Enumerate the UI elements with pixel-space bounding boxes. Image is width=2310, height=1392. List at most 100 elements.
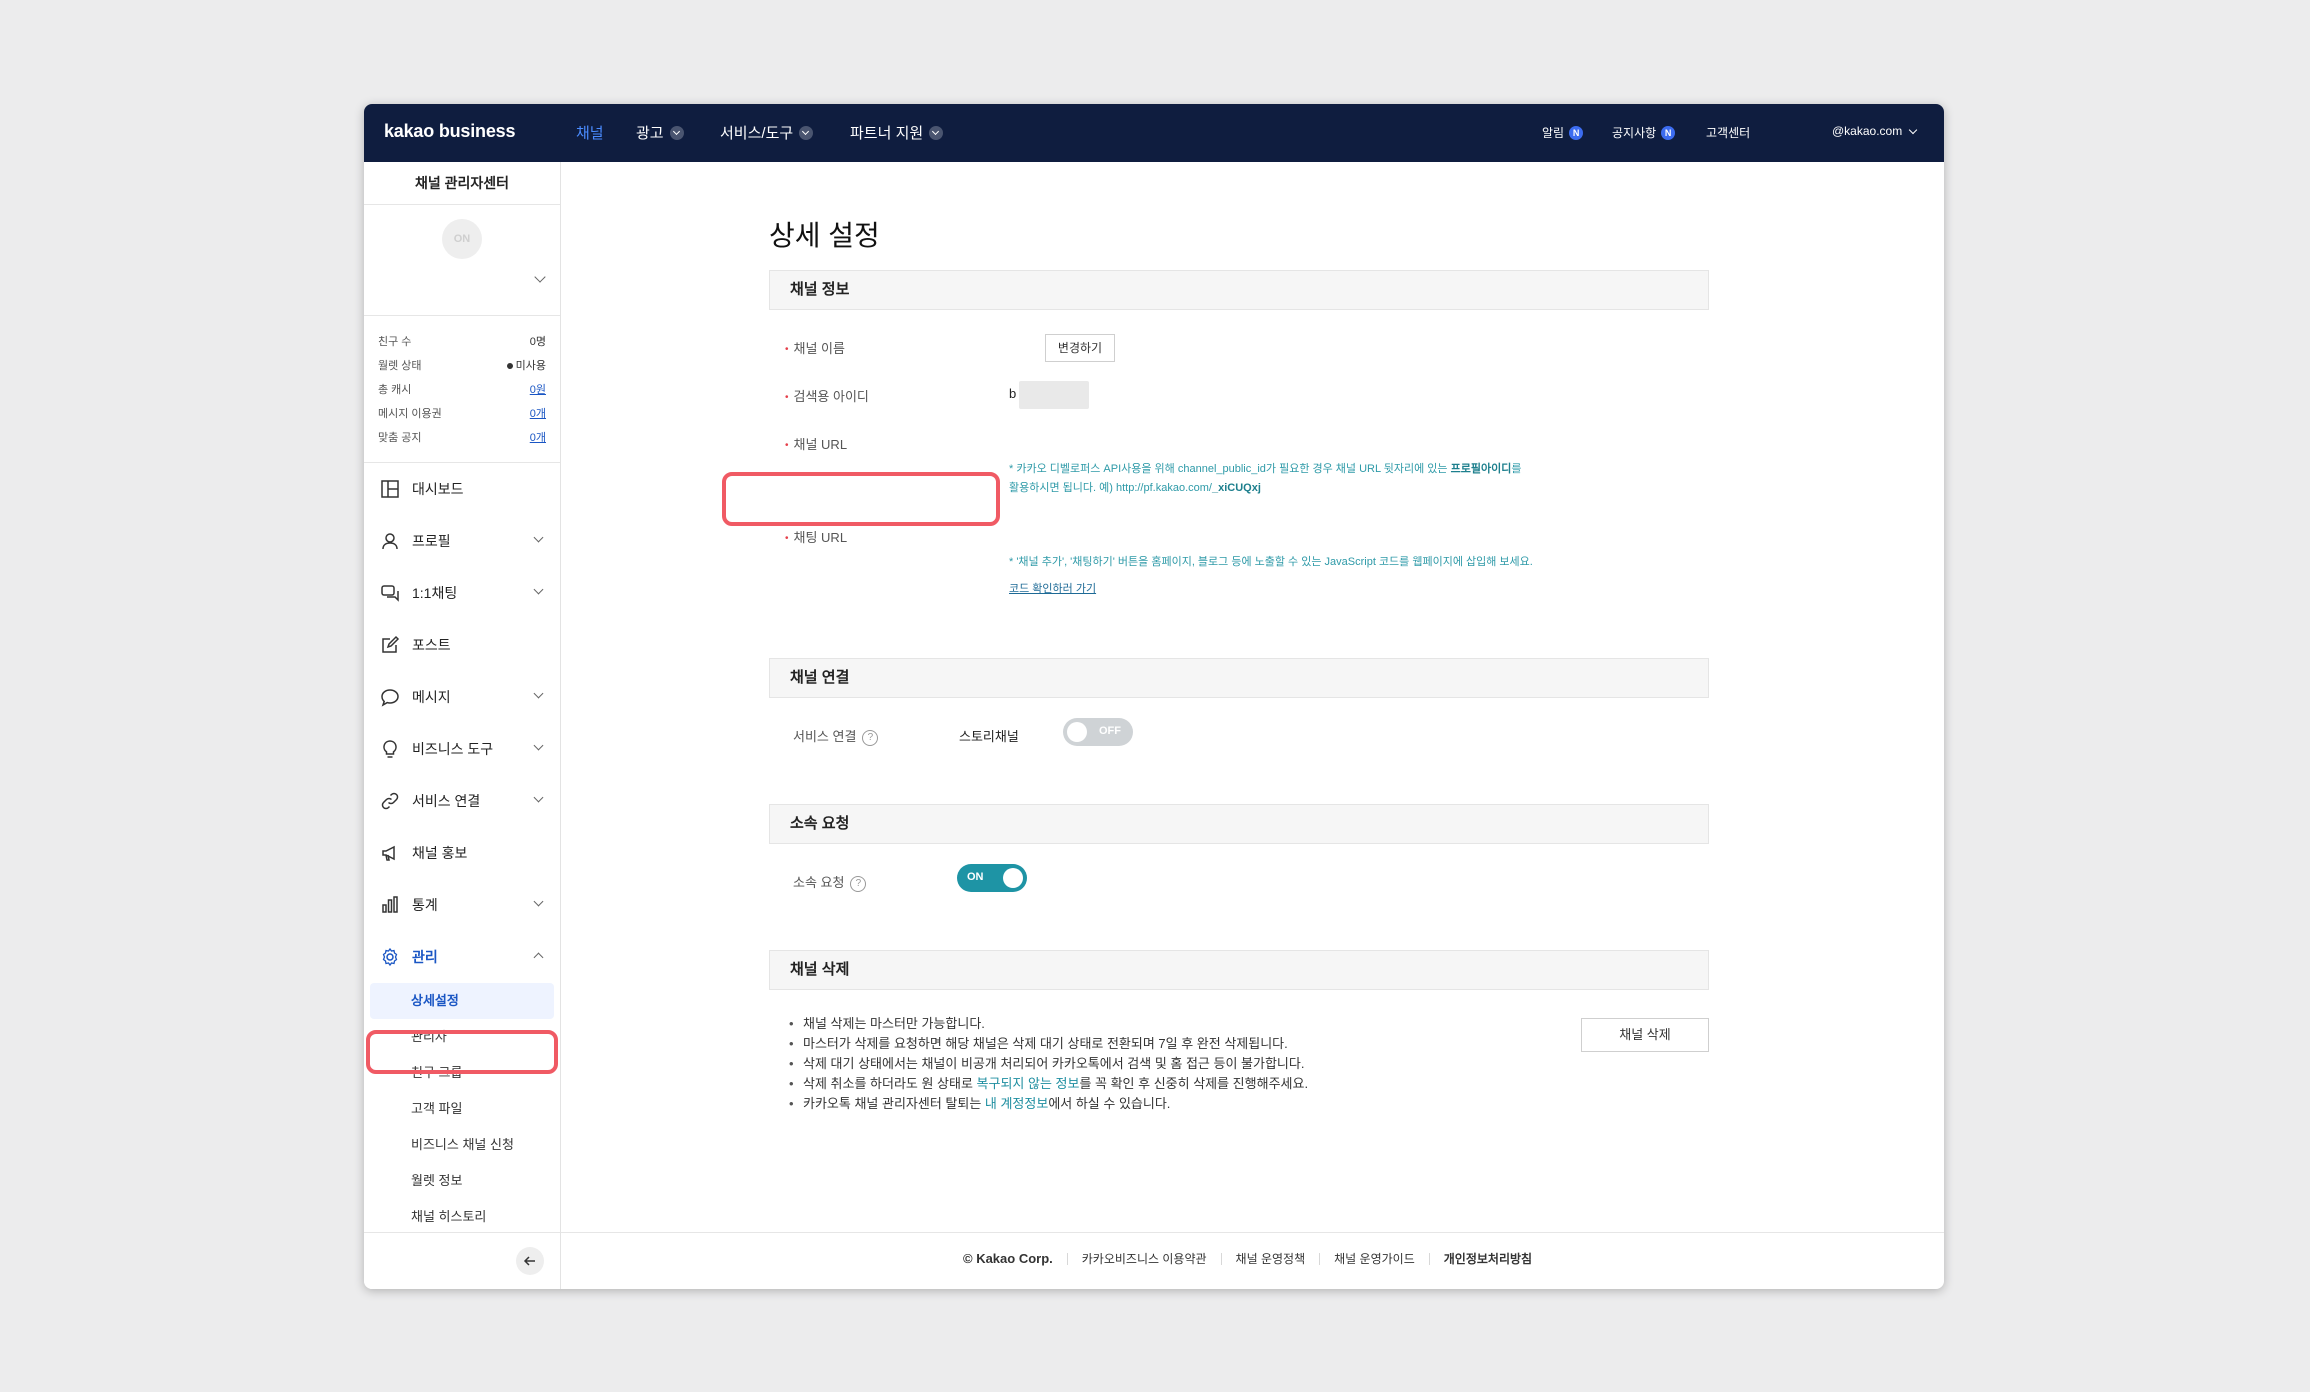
nav-alarm[interactable]: 알림 N: [1542, 124, 1584, 141]
affiliation-label: 소속 요청?: [793, 872, 867, 892]
section-channel-info: 채널 정보: [769, 270, 1709, 310]
sidebar-item-manage[interactable]: 관리: [364, 931, 560, 983]
footer-terms-link[interactable]: 카카오비즈니스 이용약관: [1066, 1253, 1221, 1265]
page-title: 상세 설정: [769, 220, 880, 251]
footer-guide-link[interactable]: 채널 운영가이드: [1319, 1253, 1429, 1265]
help-icon[interactable]: ?: [850, 875, 867, 892]
sidebar-item-service-connect[interactable]: 서비스 연결: [364, 775, 560, 827]
sidebar-item-chat[interactable]: 1:1채팅: [364, 567, 560, 619]
kakao-business-logo[interactable]: kakao business: [384, 121, 515, 142]
chevron-down-icon: [533, 688, 544, 699]
redacted-id: [1019, 381, 1089, 409]
delete-channel-button[interactable]: 채널 삭제: [1581, 1018, 1709, 1052]
arrow-left-icon: [523, 1256, 535, 1266]
footer-policy-link[interactable]: 채널 운영정책: [1220, 1253, 1320, 1265]
cash-link[interactable]: 0원: [530, 378, 546, 402]
app-window: kakao business 채널 광고 서비스/도구 파트너 지원 알림 N …: [364, 104, 1944, 1289]
nav-notice[interactable]: 공지사항 N: [1612, 124, 1676, 141]
link-icon: [381, 792, 399, 810]
sidebar-item-message[interactable]: 메시지: [364, 671, 560, 723]
list-item: 채널 삭제는 마스터만 가능합니다.: [789, 1014, 1308, 1034]
chat-icon: [381, 585, 399, 602]
sidebar-sub-friend-groups[interactable]: 친구 그룹: [364, 1055, 560, 1091]
top-navbar: kakao business 채널 광고 서비스/도구 파트너 지원 알림 N …: [364, 104, 1944, 162]
highlight-annotation: [722, 472, 1000, 526]
account-menu[interactable]: @kakao.com: [1832, 124, 1918, 138]
search-id-label: • 검색용 아이디: [785, 389, 869, 404]
section-channel-delete: 채널 삭제: [769, 950, 1709, 990]
help-icon[interactable]: ?: [862, 729, 879, 746]
list-item: 카카오톡 채널 관리자센터 탈퇴는 내 계정정보에서 하실 수 있습니다.: [789, 1094, 1308, 1114]
chevron-down-icon: [1908, 125, 1918, 134]
main-content: 상세 설정 채널 정보 • 채널 이름 변경하기 • 검색용 아이디 b • 채널 U…: [561, 162, 1944, 1289]
affiliation-toggle[interactable]: ON: [957, 864, 1027, 892]
user-icon: [382, 533, 398, 550]
chevron-down-icon: [533, 896, 544, 907]
lightbulb-icon: [383, 740, 397, 758]
section-affiliation: 소속 요청: [769, 804, 1709, 844]
sidebar-item-profile[interactable]: 프로필: [364, 515, 560, 567]
my-account-link[interactable]: 내 계정정보: [985, 1096, 1048, 1111]
chevron-down-icon: [533, 740, 544, 751]
nav-services-tools[interactable]: 서비스/도구: [720, 122, 814, 143]
collapse-sidebar-button[interactable]: [516, 1247, 544, 1275]
edit-icon: [382, 635, 400, 653]
nav-partner-support[interactable]: 파트너 지원: [850, 122, 944, 143]
nav-ads[interactable]: 광고: [636, 122, 684, 143]
message-ticket-link[interactable]: 0개: [530, 402, 546, 426]
story-channel-toggle[interactable]: OFF: [1063, 718, 1133, 746]
nav-channel[interactable]: 채널: [576, 122, 604, 143]
sidebar-sub-wallet-info[interactable]: 월렛 정보: [364, 1163, 560, 1199]
copyright: © Kakao Corp.: [963, 1251, 1053, 1266]
sidebar-sub-business-channel[interactable]: 비즈니스 채널 신청: [364, 1127, 560, 1163]
code-check-link[interactable]: 코드 확인하러 가기: [1009, 580, 1096, 596]
delete-notice-list: 채널 삭제는 마스터만 가능합니다. 마스터가 삭제를 요청하면 해당 채널은 …: [789, 1014, 1308, 1114]
sidebar-sub-channel-history[interactable]: 채널 히스토리: [364, 1199, 560, 1235]
search-id-value: b: [1009, 386, 1017, 401]
sidebar-footer: [364, 1232, 560, 1289]
sidebar-title: 채널 관리자센터: [364, 162, 560, 205]
service-connect-label: 서비스 연결?: [793, 726, 879, 746]
page-footer: © Kakao Corp. 카카오비즈니스 이용약관 채널 운영정책 채널 운영…: [561, 1232, 1944, 1289]
channel-profile[interactable]: ON: [364, 205, 560, 316]
sidebar-sub-detail-settings[interactable]: 상세설정: [370, 983, 554, 1019]
sidebar-item-post[interactable]: 포스트: [364, 619, 560, 671]
gear-icon: [382, 947, 398, 967]
change-name-button[interactable]: 변경하기: [1045, 334, 1115, 362]
chevron-up-icon: [533, 952, 544, 963]
chevron-down-icon: [929, 125, 944, 140]
new-badge: N: [1661, 125, 1676, 140]
sidebar-item-business-tools[interactable]: 비즈니스 도구: [364, 723, 560, 775]
list-item: 삭제 대기 상태에서는 채널이 비공개 처리되어 카카오톡에서 검색 및 홈 접…: [789, 1054, 1308, 1074]
stat-custom-notice: 맞춤 공지 0개: [378, 426, 546, 450]
bar-chart-icon: [382, 896, 398, 913]
sidebar-item-promotion[interactable]: 채널 홍보: [364, 827, 560, 879]
list-item: 삭제 취소를 하더라도 원 상태로 복구되지 않는 정보를 꼭 확인 후 신중히…: [789, 1074, 1308, 1094]
chevron-down-icon: [533, 532, 544, 543]
chat-url-label: • 채팅 URL: [785, 530, 848, 545]
megaphone-icon: [382, 845, 395, 861]
sidebar-sub-admins[interactable]: 관리자: [364, 1019, 560, 1055]
stat-cash: 총 캐시 0원: [378, 378, 546, 402]
section-channel-connect: 채널 연결: [769, 658, 1709, 698]
chevron-down-icon: [533, 792, 544, 803]
footer-privacy-link[interactable]: 개인정보처리방침: [1428, 1253, 1546, 1265]
list-item: 마스터가 삭제를 요청하면 해당 채널은 삭제 대기 상태로 전환되며 7일 후…: [789, 1034, 1308, 1054]
chevron-down-icon: [669, 125, 684, 140]
sidebar-item-statistics[interactable]: 통계: [364, 879, 560, 931]
sidebar-item-dashboard[interactable]: 대시보드: [364, 463, 560, 515]
sidebar-sub-customer-files[interactable]: 고객 파일: [364, 1091, 560, 1127]
dashboard-icon: [381, 480, 399, 498]
new-badge: N: [1569, 125, 1584, 140]
unrecoverable-info-link[interactable]: 복구되지 않는 정보: [977, 1076, 1080, 1091]
status-dot-icon: [506, 363, 513, 370]
stat-wallet: 월렛 상태 미사용: [378, 360, 546, 372]
chevron-down-icon[interactable]: [534, 271, 546, 283]
sidebar: 채널 관리자센터 ON 친구 수 0명 월렛 상태 미사용 총 캐시 0원 메시…: [364, 162, 561, 1289]
message-bubble-icon: [381, 689, 399, 707]
avatar: ON: [442, 219, 482, 259]
chevron-down-icon: [533, 584, 544, 595]
custom-notice-link[interactable]: 0개: [530, 426, 546, 450]
stat-message-ticket: 메시지 이용권 0개: [378, 402, 546, 426]
nav-support[interactable]: 고객센터: [1706, 124, 1750, 141]
